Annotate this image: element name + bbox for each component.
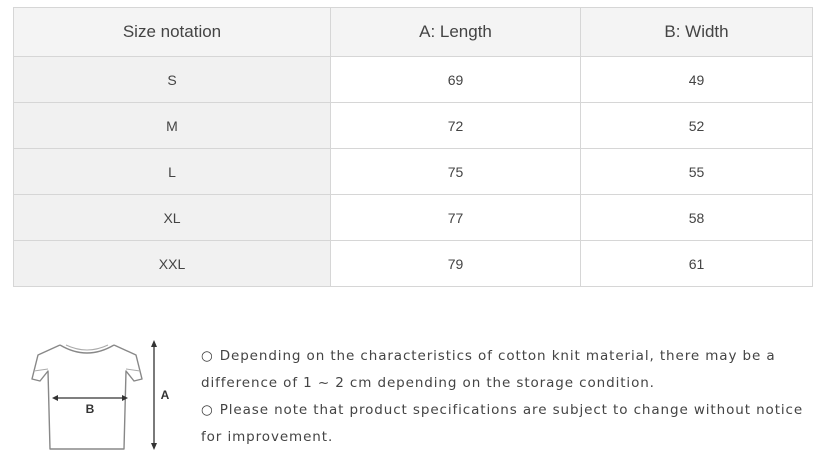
label-b: B xyxy=(86,402,95,416)
length-cell: 72 xyxy=(330,102,581,149)
header-size-notation: Size notation xyxy=(13,7,331,57)
circle-bullet-icon: ○ xyxy=(201,402,214,418)
table-row: XL 77 58 xyxy=(13,194,813,241)
note-item: ○ Depending on the characteristics of cot… xyxy=(201,343,817,397)
width-cell: 55 xyxy=(580,148,813,195)
size-cell: S xyxy=(13,56,331,103)
width-cell: 49 xyxy=(580,56,813,103)
width-cell: 61 xyxy=(580,240,813,287)
size-notes: ○ Depending on the characteristics of cot… xyxy=(201,343,817,451)
table-header-row: Size notation A: Length B: Width xyxy=(13,7,813,57)
header-length: A: Length xyxy=(330,7,581,57)
tshirt-measurement-diagram: B A xyxy=(28,337,178,452)
table-row: M 72 52 xyxy=(13,102,813,149)
label-a: A xyxy=(161,388,170,402)
tshirt-icon: B A xyxy=(31,340,170,450)
header-width: B: Width xyxy=(580,7,813,57)
length-cell: 75 xyxy=(330,148,581,195)
length-cell: 79 xyxy=(330,240,581,287)
width-cell: 52 xyxy=(580,102,813,149)
size-cell: L xyxy=(13,148,331,195)
width-cell: 58 xyxy=(580,194,813,241)
note-text: Please note that product specifications … xyxy=(201,402,804,445)
size-cell: XL xyxy=(13,194,331,241)
table-row: XXL 79 61 xyxy=(13,240,813,287)
circle-bullet-icon: ○ xyxy=(201,348,214,364)
table-row: L 75 55 xyxy=(13,148,813,195)
length-cell: 77 xyxy=(330,194,581,241)
note-text: Depending on the characteristics of cott… xyxy=(201,348,776,391)
size-chart-table: Size notation A: Length B: Width S 69 49… xyxy=(13,7,813,287)
tshirt-collar-inner xyxy=(65,344,109,351)
table-row: S 69 49 xyxy=(13,56,813,103)
length-cell: 69 xyxy=(330,56,581,103)
size-cell: M xyxy=(13,102,331,149)
note-item: ○ Please note that product specifications… xyxy=(201,397,817,451)
size-cell: XXL xyxy=(13,240,331,287)
